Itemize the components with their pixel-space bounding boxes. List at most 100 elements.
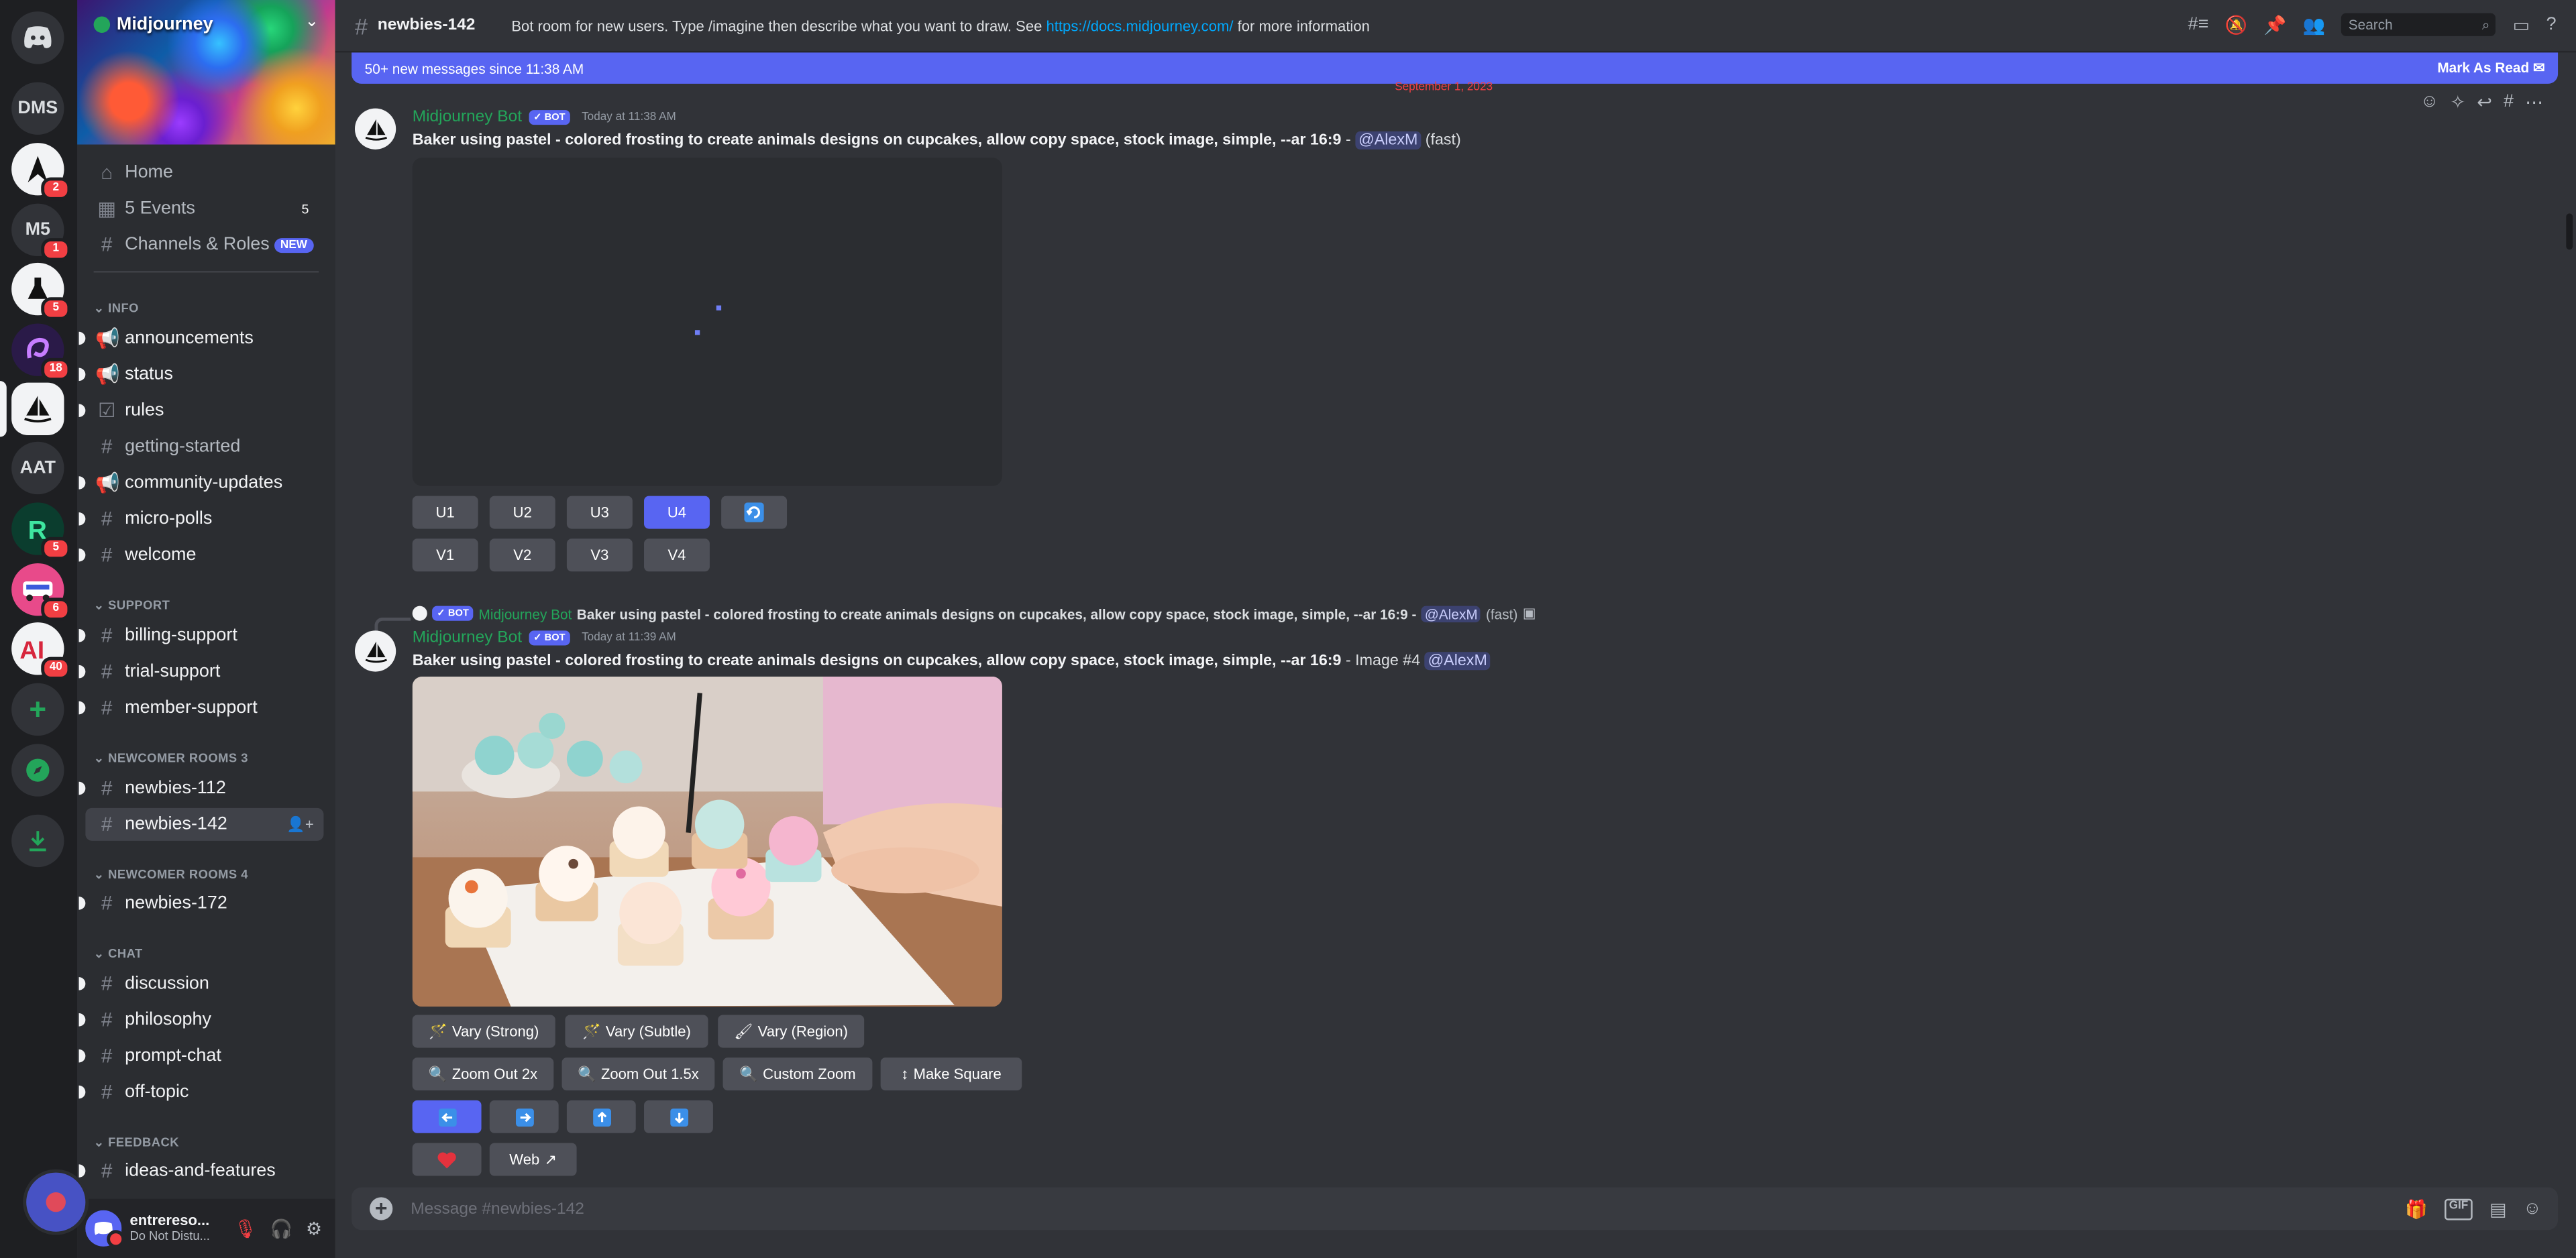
mute-mic-icon[interactable]: 🎙 bbox=[234, 1218, 257, 1239]
variation-v1-button[interactable]: V1 bbox=[412, 538, 478, 572]
pan-up-button[interactable] bbox=[566, 1100, 636, 1133]
avatar[interactable] bbox=[354, 108, 396, 150]
category-info[interactable]: ⌄ INFO bbox=[94, 300, 139, 315]
message-header: Midjourney Bot ✓ BOT Today at 11:38 AM bbox=[413, 109, 676, 127]
help-icon[interactable]: ? bbox=[2546, 15, 2557, 34]
channel-member-support[interactable]: # member-support bbox=[78, 691, 323, 724]
variation-v2-button[interactable]: V2 bbox=[489, 538, 555, 572]
hash-icon: # bbox=[101, 1044, 113, 1068]
channel-trial-support[interactable]: # trial-support bbox=[78, 655, 323, 688]
channel-discussion[interactable]: # discussion bbox=[78, 967, 323, 1000]
server-icon-3[interactable]: 5 bbox=[11, 262, 71, 321]
gif-icon[interactable]: GIF bbox=[2444, 1198, 2473, 1220]
channel-newbies-112[interactable]: # newbies-112 bbox=[78, 772, 323, 805]
category-support[interactable]: ⌄ SUPPORT bbox=[94, 597, 170, 612]
user-mention[interactable]: @AlexM bbox=[1355, 131, 1421, 150]
gear-icon[interactable]: ⚙ bbox=[306, 1218, 322, 1239]
server-icon-4[interactable]: 18 bbox=[11, 323, 71, 382]
category-chat[interactable]: ⌄ CHAT bbox=[94, 946, 143, 961]
emoji-icon[interactable]: ☺ bbox=[2523, 1198, 2542, 1220]
server-icon-1[interactable]: 2 bbox=[11, 143, 71, 201]
author-name[interactable]: Midjourney Bot bbox=[413, 109, 522, 127]
server-icon-bus[interactable]: 6 bbox=[11, 563, 71, 621]
upscale-u1-button[interactable]: U1 bbox=[412, 496, 478, 529]
sticker-icon[interactable]: ▤ bbox=[2489, 1198, 2506, 1219]
vary-subtle-button[interactable]: 🪄 Vary (Subtle) bbox=[565, 1015, 708, 1048]
web-link-button[interactable]: Web ↗ bbox=[489, 1143, 577, 1176]
channel-newbies-142[interactable]: # newbies-142 👤+ bbox=[85, 807, 324, 841]
channel-newbies-172[interactable]: # newbies-172 bbox=[78, 887, 323, 919]
avatar[interactable] bbox=[85, 1210, 125, 1249]
threads-icon[interactable]: #≡ bbox=[2188, 15, 2209, 34]
floating-record-button[interactable] bbox=[26, 1172, 86, 1232]
docs-link[interactable]: https://docs.midjourney.com/ bbox=[1046, 17, 1234, 34]
server-aat[interactable]: AAT bbox=[11, 441, 64, 495]
chevron-down-icon[interactable]: ⌄ bbox=[305, 13, 319, 32]
author-name[interactable]: Midjourney Bot bbox=[413, 629, 522, 647]
discord-home-button[interactable] bbox=[11, 11, 64, 64]
vary-strong-button[interactable]: 🪄 Vary (Strong) bbox=[412, 1015, 555, 1048]
channel-community-updates[interactable]: 📢 community-updates bbox=[78, 467, 323, 500]
inbox-icon[interactable]: ▭ bbox=[2513, 14, 2530, 35]
favorite-button[interactable] bbox=[412, 1143, 482, 1176]
channel-status[interactable]: 📢 status bbox=[78, 358, 323, 391]
variation-v4-button[interactable]: V4 bbox=[644, 538, 710, 572]
category-newcomer-rooms-3[interactable]: ⌄ NEWCOMER ROOMS 3 bbox=[94, 750, 248, 765]
generated-image[interactable] bbox=[412, 676, 1002, 1007]
pinned-messages-icon[interactable]: 📌 bbox=[2264, 14, 2287, 35]
channel-welcome[interactable]: # welcome bbox=[78, 538, 323, 571]
member-list-icon[interactable]: 👥 bbox=[2303, 14, 2326, 35]
server-midjourney[interactable] bbox=[11, 382, 64, 435]
pan-down-button[interactable] bbox=[644, 1100, 713, 1133]
pan-left-button[interactable] bbox=[412, 1100, 482, 1133]
server-icon-r[interactable]: R 5 bbox=[11, 502, 71, 561]
reroll-button[interactable] bbox=[721, 496, 788, 529]
variation-v3-button[interactable]: V3 bbox=[566, 538, 633, 572]
explore-servers-button[interactable] bbox=[11, 744, 64, 797]
sidebar-item-channels-roles[interactable]: # Channels & Roles NEW bbox=[85, 228, 323, 261]
zoom-out-1-5x-button[interactable]: 🔍 Zoom Out 1.5x bbox=[561, 1057, 715, 1091]
channel-ideas-and-features[interactable]: # ideas-and-features bbox=[78, 1155, 323, 1188]
upscale-u4-button[interactable]: U4 bbox=[644, 496, 710, 529]
custom-zoom-button[interactable]: 🔍 Custom Zoom bbox=[722, 1057, 873, 1091]
gift-icon[interactable]: 🎁 bbox=[2405, 1198, 2428, 1219]
zoom-out-2x-button[interactable]: 🔍 Zoom Out 2x bbox=[412, 1057, 554, 1091]
category-newcomer-rooms-4[interactable]: ⌄ NEWCOMER ROOMS 4 bbox=[94, 867, 248, 882]
channel-philosophy[interactable]: # philosophy bbox=[78, 1003, 323, 1036]
sidebar-item-events[interactable]: ▦ 5 Events 5 bbox=[85, 192, 323, 225]
channel-off-topic[interactable]: # off-topic bbox=[78, 1076, 323, 1108]
channel-rules[interactable]: ☑ rules bbox=[78, 394, 323, 427]
unread-indicator bbox=[78, 512, 86, 526]
user-mention[interactable]: @AlexM bbox=[1424, 652, 1491, 671]
pan-right-button[interactable] bbox=[489, 1100, 559, 1133]
add-server-button[interactable]: + bbox=[11, 683, 64, 736]
avatar[interactable] bbox=[354, 630, 396, 672]
download-apps-button[interactable] bbox=[11, 814, 64, 868]
add-attachment-icon[interactable]: + bbox=[370, 1196, 393, 1220]
server-dms[interactable]: DMS bbox=[11, 82, 64, 135]
user-info[interactable]: entrereso... Do Not Distu... bbox=[129, 1212, 209, 1245]
sidebar-item-home[interactable]: ⌂ Home bbox=[85, 156, 323, 189]
vary-region-button[interactable]: 🖌 Vary (Region) bbox=[718, 1015, 865, 1048]
reply-reference[interactable]: ✓ BOT Midjourney Bot Baker using pastel … bbox=[412, 604, 1536, 622]
channel-billing-support[interactable]: # billing-support bbox=[78, 619, 323, 652]
server-banner[interactable]: Midjourney ⌄ bbox=[77, 0, 335, 145]
server-icon-ai[interactable]: AI 40 bbox=[11, 622, 71, 680]
invite-member-icon[interactable]: 👤+ bbox=[286, 815, 313, 834]
channel-getting-started[interactable]: # getting-started bbox=[85, 431, 323, 463]
upscale-u2-button[interactable]: U2 bbox=[489, 496, 555, 529]
scrollbar[interactable] bbox=[2566, 213, 2573, 250]
headphones-icon[interactable]: 🎧 bbox=[270, 1218, 293, 1239]
server-m5[interactable]: M5 1 bbox=[11, 203, 71, 262]
new-messages-bar[interactable]: 50+ new messages since 11:38 AM Mark As … bbox=[352, 52, 2559, 84]
channel-micro-polls[interactable]: # micro-polls bbox=[78, 502, 323, 535]
make-square-button[interactable]: ↕ Make Square bbox=[880, 1057, 1022, 1091]
search-input[interactable]: Search ⌕ bbox=[2341, 13, 2497, 36]
notification-settings-icon[interactable]: 🔕 bbox=[2225, 14, 2248, 35]
upscale-u3-button[interactable]: U3 bbox=[566, 496, 633, 529]
channel-announcements[interactable]: 📢 announcements bbox=[78, 322, 323, 355]
channel-prompt-chat[interactable]: # prompt-chat bbox=[78, 1039, 323, 1072]
category-feedback[interactable]: ⌄ FEEDBACK bbox=[94, 1135, 180, 1149]
message-input[interactable]: Message #newbies-142 bbox=[411, 1200, 584, 1218]
mark-as-read-button[interactable]: Mark As Read ✉ bbox=[2437, 59, 2544, 77]
